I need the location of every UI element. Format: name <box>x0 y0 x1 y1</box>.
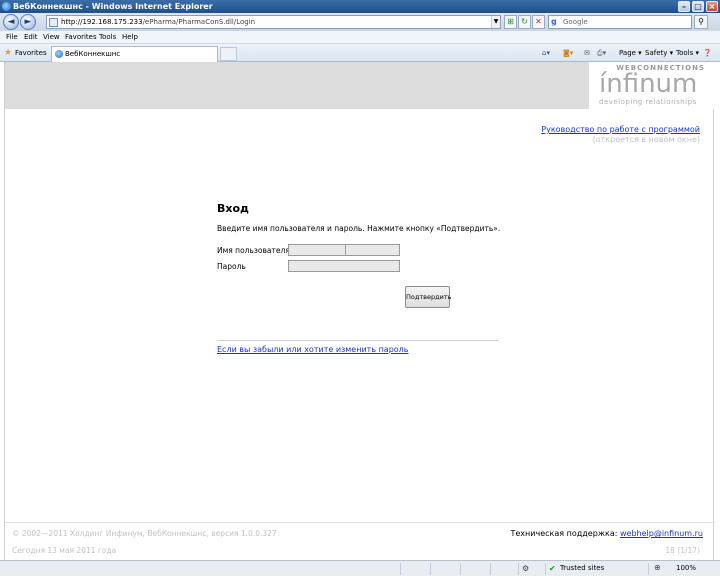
zoom-icon: ⊕ <box>654 563 661 572</box>
today-date: Сегодня 13 мая 2011 года <box>12 546 117 555</box>
compatibility-view-button[interactable]: ⊞ <box>504 15 517 29</box>
support-label: Техническая поддержка: <box>510 529 620 538</box>
manual-link[interactable]: Руководство по работе с программой <box>541 125 700 134</box>
minimize-button[interactable]: – <box>678 1 690 12</box>
username-input[interactable] <box>288 244 400 256</box>
status-segment <box>490 563 491 575</box>
username-label: Имя пользователя <box>217 246 290 255</box>
tab-label: ВебКоннекшнс <box>65 50 121 58</box>
refresh-icon: ↻ <box>521 17 528 26</box>
address-url[interactable]: http://192.168.175.233/ePharma/PharmaCon… <box>61 16 255 28</box>
ie-logo-icon <box>2 2 11 11</box>
search-input[interactable]: Google <box>563 16 588 28</box>
page-menu[interactable]: Page ▾ <box>619 44 642 62</box>
address-bar[interactable]: http://192.168.175.233/ePharma/PharmaCon… <box>46 15 501 29</box>
menu-file[interactable]: File <box>6 31 18 44</box>
protected-mode-icon: ⚙ <box>522 564 530 573</box>
page-icon <box>49 18 58 27</box>
logo-tagline: developing relationships <box>599 98 697 106</box>
trusted-check-icon: ✔ <box>549 564 556 573</box>
search-icon: ⚲ <box>698 17 704 26</box>
home-icon[interactable]: ⌂▾ <box>542 44 550 62</box>
logo-infinum: ínfinum <box>599 69 698 99</box>
search-button[interactable]: ⚲ <box>694 15 708 29</box>
status-bar: ⚙ ✔ Trusted sites ⊕ 100% <box>0 560 720 576</box>
infinum-logo: WEBCONNECTIONS ínfinum developing relati… <box>589 62 715 109</box>
safety-menu[interactable]: Safety ▾ <box>645 44 673 62</box>
favorites-star-icon: ★ <box>4 48 13 58</box>
tools-menu[interactable]: Tools ▾ <box>676 44 699 62</box>
page-content: WEBCONNECTIONS ínfinum developing relati… <box>4 62 715 560</box>
refresh-button[interactable]: ↻ <box>518 15 531 29</box>
menu-edit[interactable]: Edit <box>24 31 38 44</box>
window-title-bar: ВебКоннекшнс - Windows Internet Explorer… <box>0 0 720 13</box>
forward-arrow-icon: ► <box>24 17 32 27</box>
new-tab-button[interactable] <box>220 47 237 61</box>
google-logo-icon: g <box>551 17 557 26</box>
support-contact: Техническая поддержка: webhelp@infinum.r… <box>511 529 704 538</box>
forward-button[interactable]: ► <box>20 14 36 30</box>
stop-button[interactable]: ✕ <box>532 15 545 29</box>
login-hint: Введите имя пользователя и пароль. Нажми… <box>217 224 501 233</box>
search-box[interactable]: g Google <box>548 15 692 29</box>
status-segment <box>460 563 461 575</box>
support-email-link[interactable]: webhelp@infinum.ru <box>620 529 703 538</box>
divider <box>217 340 498 341</box>
status-segment <box>430 563 431 575</box>
login-title: Вход <box>217 202 249 215</box>
status-segment <box>648 563 649 575</box>
password-label: Пароль <box>217 262 246 271</box>
stop-icon: ✕ <box>535 17 542 26</box>
copyright: © 2002—2011 Холдинг Инфинум, ВебКоннекшн… <box>12 529 277 538</box>
status-segment <box>518 563 519 575</box>
back-button[interactable]: ◄ <box>3 14 19 30</box>
footer-divider <box>5 522 715 523</box>
favorites-bar: ★ Favorites ВебКоннекшнс ⌂▾ ◙▾ ✉ ⎙▾ Page… <box>0 44 720 62</box>
help-icon[interactable]: ❓ <box>703 44 712 62</box>
zoom-level[interactable]: 100% <box>676 561 696 576</box>
header-banner: WEBCONNECTIONS ínfinum developing relati… <box>5 62 715 109</box>
menu-view[interactable]: View <box>43 31 60 44</box>
tab-webconnections[interactable]: ВебКоннекшнс <box>51 46 218 62</box>
back-arrow-icon: ◄ <box>7 17 15 27</box>
print-icon[interactable]: ⎙▾ <box>597 44 606 62</box>
username-input-divider <box>345 245 346 255</box>
close-window-button[interactable]: × <box>706 1 718 12</box>
forgot-password-link[interactable]: Если вы забыли или хотите изменить парол… <box>217 345 409 354</box>
ie-page-icon <box>55 50 63 58</box>
menu-tools[interactable]: Tools <box>99 31 116 44</box>
favorites-button[interactable]: Favorites <box>15 44 47 62</box>
feeds-icon[interactable]: ◙▾ <box>563 44 573 62</box>
security-zone[interactable]: Trusted sites <box>560 561 604 576</box>
submit-button[interactable]: Подтвердить <box>405 286 451 308</box>
menu-favorites[interactable]: Favorites <box>65 31 97 44</box>
password-input[interactable] <box>288 260 400 272</box>
address-dropdown-button[interactable]: ▼ <box>491 16 500 28</box>
window-title: ВебКоннекшнс - Windows Internet Explorer <box>13 2 213 11</box>
status-segment <box>400 563 401 575</box>
status-segment <box>545 563 546 575</box>
page-counter: 18 (1/17) <box>665 546 700 555</box>
mail-icon[interactable]: ✉ <box>584 44 590 62</box>
compat-icon: ⊞ <box>507 17 514 26</box>
maximize-button[interactable]: □ <box>692 1 704 12</box>
address-toolbar: ◄ ► http://192.168.175.233/ePharma/Pharm… <box>0 13 720 31</box>
manual-note: (откроется в новом окне) <box>592 135 700 144</box>
menu-bar: File Edit View Favorites Tools Help <box>0 31 720 44</box>
menu-help[interactable]: Help <box>122 31 138 44</box>
